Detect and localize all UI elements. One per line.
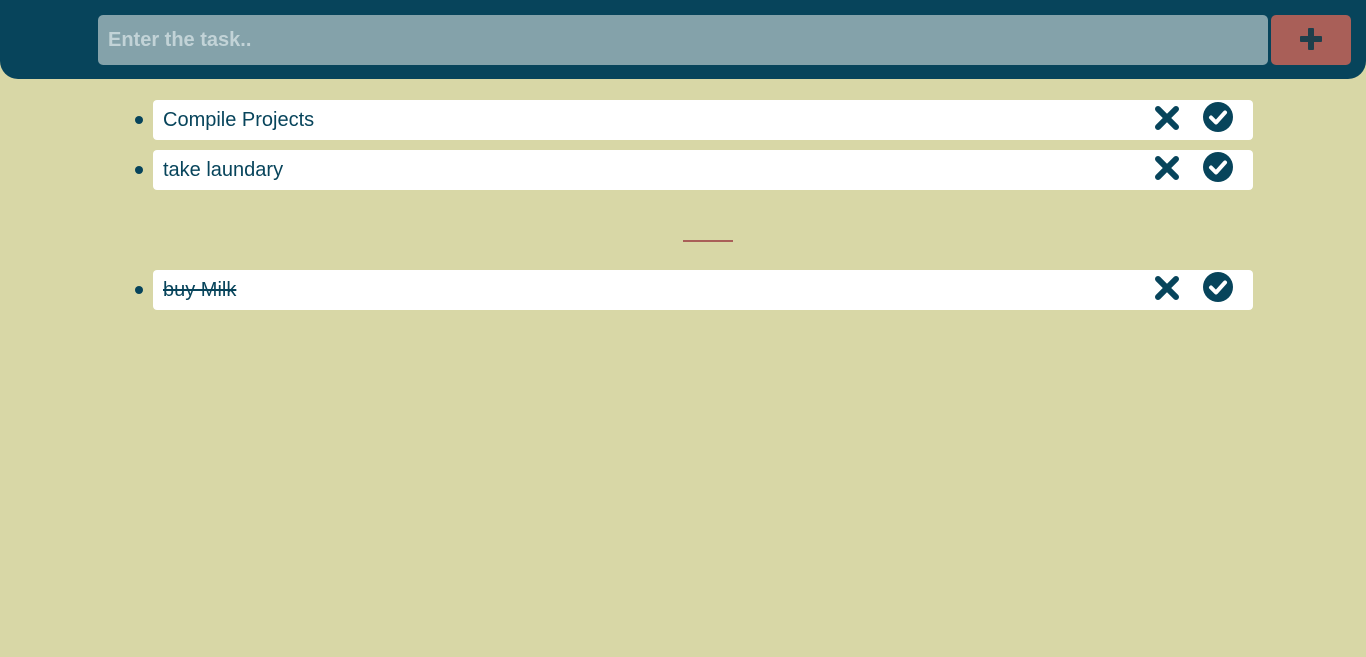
list-bullet xyxy=(135,166,143,174)
delete-button[interactable] xyxy=(1152,275,1182,305)
close-icon xyxy=(1154,155,1180,186)
delete-button[interactable] xyxy=(1152,155,1182,185)
plus-icon xyxy=(1300,27,1322,53)
add-task-button[interactable] xyxy=(1271,15,1351,65)
todo-item-card: take laundary xyxy=(153,150,1253,190)
completed-item-label: buy Milk xyxy=(163,279,237,301)
list-bullet xyxy=(135,116,143,124)
todo-item: Compile Projects xyxy=(135,100,1253,140)
task-input[interactable] xyxy=(98,15,1268,65)
complete-button[interactable] xyxy=(1201,271,1235,308)
todo-item-label: Compile Projects xyxy=(163,109,315,131)
completed-list: buy Milk xyxy=(135,270,1253,320)
complete-button[interactable] xyxy=(1201,151,1235,188)
todo-list: Compile Projects take laundary xyxy=(135,100,1253,200)
close-icon xyxy=(1154,105,1180,136)
check-circle-icon xyxy=(1202,271,1234,308)
todo-item-label: take laundary xyxy=(163,159,284,181)
delete-button[interactable] xyxy=(1152,105,1182,135)
complete-button[interactable] xyxy=(1201,101,1235,138)
close-icon xyxy=(1154,275,1180,306)
list-bullet xyxy=(135,286,143,294)
header-bar xyxy=(0,0,1366,79)
check-circle-icon xyxy=(1202,101,1234,138)
todo-item-card: Compile Projects xyxy=(153,100,1253,140)
section-divider xyxy=(683,240,733,242)
completed-item: buy Milk xyxy=(135,270,1253,310)
completed-item-card: buy Milk xyxy=(153,270,1253,310)
check-circle-icon xyxy=(1202,151,1234,188)
todo-item: take laundary xyxy=(135,150,1253,190)
